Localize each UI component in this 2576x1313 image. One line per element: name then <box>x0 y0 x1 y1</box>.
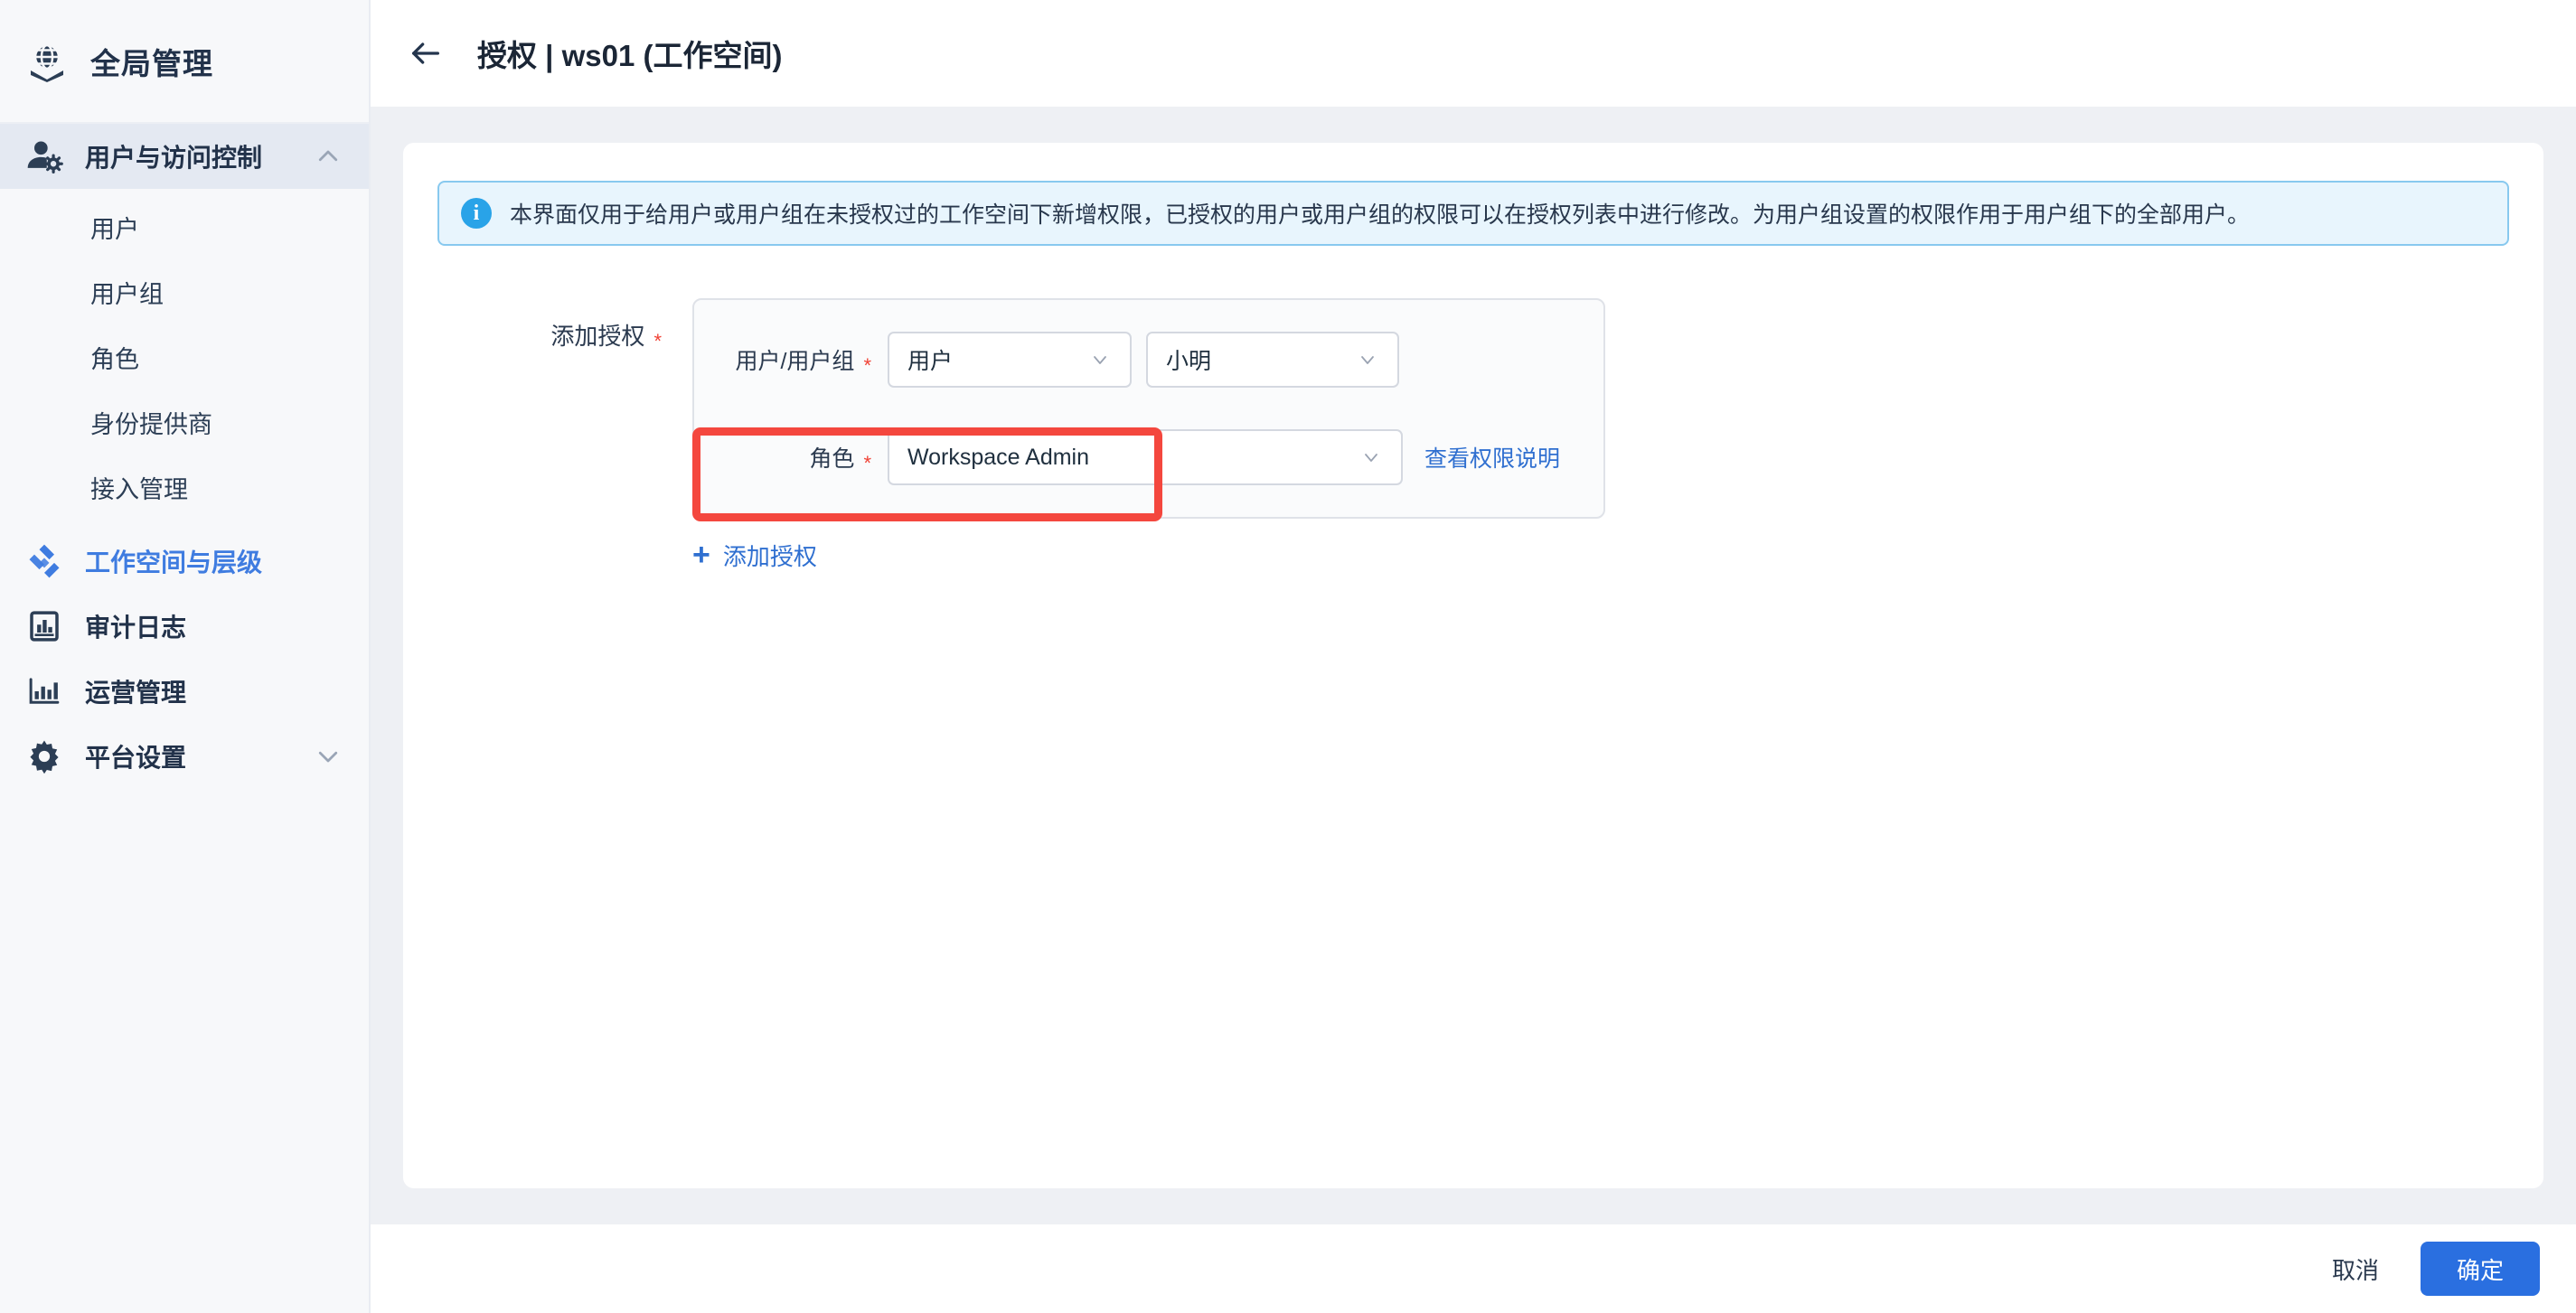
sidebar-item-workspaces-hierarchy[interactable]: 工作空间与层级 <box>0 529 369 594</box>
chevron-down-icon <box>1088 348 1112 371</box>
sidebar-item-audit-log[interactable]: 审计日志 <box>0 594 369 659</box>
sidebar-item-roles[interactable]: 角色 <box>0 324 369 389</box>
sidebar-subitem-label: 用户组 <box>90 280 164 308</box>
view-permission-description-link[interactable]: 查看权限说明 <box>1424 441 1560 474</box>
user-type-label-text: 用户/用户组 <box>735 349 855 374</box>
main-region: 授权 | ws01 (工作空间) i 本界面仅用于给用户或用户组在未授权过的工作… <box>371 0 2576 1313</box>
required-asterisk: * <box>653 330 662 352</box>
page-title: 授权 | ws01 (工作空间) <box>477 39 783 72</box>
sidebar-item-platform-settings[interactable]: 平台设置 <box>0 724 369 789</box>
operations-icon <box>24 671 65 712</box>
page-header: 授权 | ws01 (工作空间) <box>371 0 2576 107</box>
role-label: 角色 * <box>694 441 871 474</box>
sidebar-subitem-label: 身份提供商 <box>90 410 212 438</box>
sidebar-subitem-label: 角色 <box>90 345 139 373</box>
content-card: i 本界面仅用于给用户或用户组在未授权过的工作空间下新增权限，已授权的用户或用户… <box>403 143 2543 1188</box>
user-select[interactable]: 小明 <box>1146 332 1399 388</box>
sidebar-item-label: 平台设置 <box>85 744 187 772</box>
cancel-button[interactable]: 取消 <box>2310 1240 2401 1299</box>
add-grant-button-label: 添加授权 <box>722 543 817 570</box>
sidebar-subitem-label: 用户 <box>90 215 139 243</box>
info-icon: i <box>461 198 492 229</box>
add-grant-label-text: 添加授权 <box>550 323 645 350</box>
user-type-select-value: 用户 <box>907 349 954 374</box>
sidebar-item-label: 运营管理 <box>85 679 187 707</box>
arrow-left-icon[interactable] <box>405 33 447 74</box>
info-banner: i 本界面仅用于给用户或用户组在未授权过的工作空间下新增权限，已授权的用户或用户… <box>437 181 2509 246</box>
add-grant-button[interactable]: + 添加授权 <box>692 539 817 572</box>
sidebar-group-user-access-control[interactable]: 用户与访问控制 <box>0 124 369 189</box>
grant-row-user: 用户/用户组 * 用户 小明 <box>694 327 1603 392</box>
chevron-up-icon[interactable] <box>315 143 342 170</box>
sidebar-item-identity-providers[interactable]: 身份提供商 <box>0 389 369 455</box>
role-select-value: Workspace Admin <box>907 444 1090 470</box>
gear-icon <box>24 736 65 777</box>
content-area: i 本界面仅用于给用户或用户组在未授权过的工作空间下新增权限，已授权的用户或用户… <box>371 107 2576 1224</box>
user-gear-icon <box>24 136 65 177</box>
sidebar-item-label: 工作空间与层级 <box>85 549 263 577</box>
user-type-label: 用户/用户组 * <box>694 343 871 377</box>
sidebar-nav: 用户与访问控制 用户 用户组 角色 身份提供商 接入管理 工作空间与层级 审计日… <box>0 124 369 789</box>
plus-icon: + <box>692 537 710 572</box>
info-banner-text: 本界面仅用于给用户或用户组在未授权过的工作空间下新增权限，已授权的用户或用户组的… <box>510 202 2251 228</box>
role-select[interactable]: Workspace Admin <box>888 429 1403 485</box>
workspace-icon <box>24 540 65 582</box>
globe-shield-icon <box>24 38 71 85</box>
required-asterisk: * <box>863 354 871 377</box>
required-asterisk: * <box>863 452 871 474</box>
grant-panel: 用户/用户组 * 用户 小明 角色 * Workspace Admin 查看权限… <box>692 298 1605 521</box>
sidebar-subitems: 用户 用户组 角色 身份提供商 接入管理 <box>0 189 369 529</box>
sidebar: 全局管理 用户与访问控制 用户 用户组 角色 身份提供商 接入管理 工作空间与层… <box>0 0 371 1313</box>
user-type-select[interactable]: 用户 <box>888 332 1132 388</box>
chevron-down-icon <box>1359 445 1383 469</box>
sidebar-group-label: 用户与访问控制 <box>85 144 263 172</box>
sidebar-item-user-groups[interactable]: 用户组 <box>0 259 369 324</box>
sidebar-item-users[interactable]: 用户 <box>0 194 369 259</box>
chevron-down-icon[interactable] <box>315 743 342 770</box>
add-grant-label: 添加授权 * <box>437 298 662 352</box>
sidebar-item-operations[interactable]: 运营管理 <box>0 659 369 724</box>
chevron-down-icon <box>1356 348 1379 371</box>
sidebar-item-label: 审计日志 <box>85 614 187 642</box>
footer-actions: 取消 确定 <box>371 1224 2576 1313</box>
sidebar-subitem-label: 接入管理 <box>90 475 188 503</box>
brand-title: 全局管理 <box>90 46 213 80</box>
brand: 全局管理 <box>0 0 369 124</box>
add-grant-form-row: 添加授权 * 用户/用户组 * 用户 小明 角色 * Workspace Adm… <box>437 298 2509 521</box>
sidebar-item-access-management[interactable]: 接入管理 <box>0 455 369 520</box>
app-root: 全局管理 用户与访问控制 用户 用户组 角色 身份提供商 接入管理 工作空间与层… <box>0 0 2576 1313</box>
audit-log-icon <box>24 605 65 647</box>
grant-row-role: 角色 * Workspace Admin 查看权限说明 <box>694 425 1603 490</box>
role-label-text: 角色 <box>809 446 855 472</box>
user-select-value: 小明 <box>1166 349 1212 374</box>
confirm-button[interactable]: 确定 <box>2420 1242 2540 1296</box>
